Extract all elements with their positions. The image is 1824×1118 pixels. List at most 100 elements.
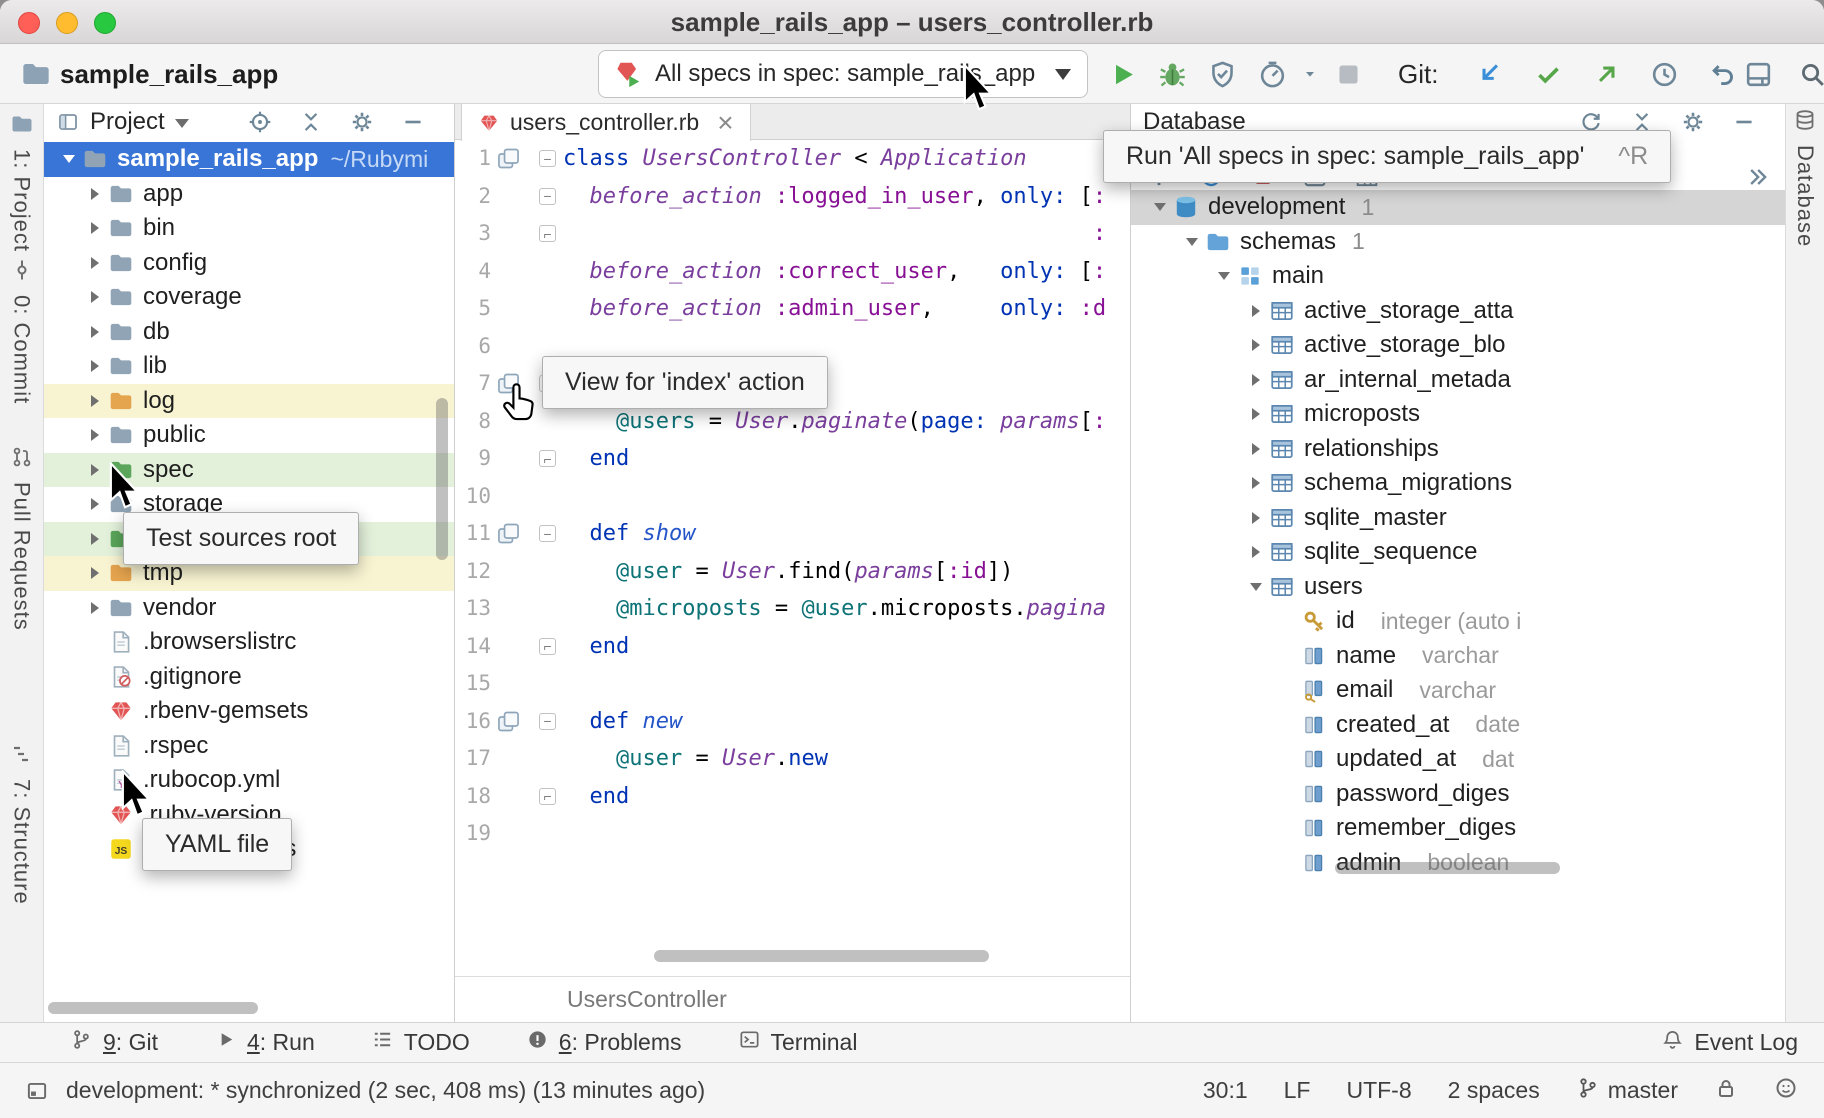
chevron-right-icon[interactable] (84, 493, 106, 515)
chevron-right-icon[interactable] (84, 597, 106, 619)
chevron-right-icon[interactable] (1245, 403, 1267, 425)
code-line-4[interactable]: 4 before_action :correct_user, only: [: (455, 253, 1130, 291)
db-tree-row-active_storage_blo[interactable]: active_storage_blo (1131, 328, 1785, 363)
chevron-right-icon[interactable] (1245, 334, 1267, 356)
view-action-gutter-icon[interactable] (495, 520, 522, 547)
project-tree-row-.browserslistrc[interactable]: .browserslistrc (44, 625, 454, 660)
project-tree-row-spec[interactable]: spec (44, 453, 454, 488)
fold-collapse-icon[interactable]: − (539, 150, 556, 167)
project-tree-row-lib[interactable]: lib (44, 349, 454, 384)
chevron-right-icon[interactable] (1245, 507, 1267, 529)
code-area[interactable]: 1−class UsersController < Application2− … (455, 140, 1130, 853)
bug-button[interactable] (1150, 48, 1194, 100)
chevron-down-icon[interactable] (1181, 231, 1203, 253)
chevron-down-icon[interactable] (58, 148, 80, 170)
chevron-right-icon[interactable] (1245, 541, 1267, 563)
code-line-11[interactable]: 11− def show (455, 515, 1130, 553)
db-tree-row-updated_at[interactable]: updated_atdat (1131, 742, 1785, 777)
chevron-right-icon[interactable] (84, 390, 106, 412)
project-tree-row-coverage[interactable]: coverage (44, 280, 454, 315)
collapse-button[interactable] (298, 109, 324, 135)
target-button[interactable] (247, 109, 273, 135)
db-tree-row-sqlite_sequence[interactable]: sqlite_sequence (1131, 535, 1785, 570)
code-line-10[interactable]: 10 (455, 478, 1130, 516)
tool-window-button-event-log[interactable]: Event Log (1661, 1028, 1798, 1057)
code-line-15[interactable]: 15 (455, 665, 1130, 703)
gear-button[interactable] (1680, 109, 1706, 135)
tool-windows-button[interactable] (1736, 48, 1780, 100)
code-line-19[interactable]: 19 (455, 815, 1130, 853)
fold-collapse-icon[interactable]: − (539, 713, 556, 730)
coverage-button[interactable] (1200, 48, 1244, 100)
inspections-widget-icon[interactable] (1774, 1076, 1798, 1106)
db-tree-row-email[interactable]: emailvarchar (1131, 673, 1785, 708)
chevron-right-icon[interactable] (1245, 472, 1267, 494)
tool-window-switcher-icon[interactable] (24, 1078, 50, 1104)
lock-icon[interactable] (1714, 1076, 1738, 1106)
db-tree-row-id[interactable]: idinteger (auto i (1131, 604, 1785, 639)
caret-position[interactable]: 30:1 (1203, 1077, 1248, 1104)
minus-button[interactable] (400, 109, 426, 135)
db-tree-row-schema_migrations[interactable]: schema_migrations (1131, 466, 1785, 501)
chevron-right-icon[interactable] (1245, 300, 1267, 322)
db-tree-row-ar_internal_metada[interactable]: ar_internal_metada (1131, 363, 1785, 398)
db-tree-row-active_storage_atta[interactable]: active_storage_atta (1131, 294, 1785, 329)
git-update-button[interactable] (1468, 48, 1512, 100)
db-tree-row-microposts[interactable]: microposts (1131, 397, 1785, 432)
editor-horizontal-scrollbar[interactable] (654, 950, 989, 962)
db-tree-row-remember_diges[interactable]: remember_diges (1131, 811, 1785, 846)
project-tree-row-config[interactable]: config (44, 246, 454, 281)
project-tree-row-vendor[interactable]: vendor (44, 591, 454, 626)
history-button[interactable] (1642, 48, 1686, 100)
code-line-17[interactable]: 17 @user = User.new (455, 740, 1130, 778)
db-tree-row-password_diges[interactable]: password_diges (1131, 777, 1785, 812)
code-line-5[interactable]: 5 before_action :admin_user, only: :d (455, 290, 1130, 328)
view-action-gutter-icon[interactable] (495, 708, 522, 735)
chevron-right-icon[interactable] (84, 183, 106, 205)
chevron-right-icon[interactable] (84, 528, 106, 550)
code-line-13[interactable]: 13 @microposts = @user.microposts.pagina (455, 590, 1130, 628)
chevron-right-icon[interactable] (84, 459, 106, 481)
fold-end-icon[interactable]: ¬ (539, 638, 556, 655)
close-icon[interactable]: × (717, 113, 733, 133)
run-configuration-select[interactable]: All specs in spec: sample_rails_app (598, 50, 1088, 98)
git-commit-button[interactable] (1526, 48, 1570, 100)
git-branch-widget[interactable]: master (1576, 1076, 1678, 1106)
db-tree-row-created_at[interactable]: created_atdate (1131, 708, 1785, 743)
tool-stripe-1-project[interactable]: 1: Project (0, 112, 43, 252)
fold-end-icon[interactable]: ¬ (539, 225, 556, 242)
chevron-right-icon[interactable] (84, 424, 106, 446)
db-tree-row-main[interactable]: main (1131, 259, 1785, 294)
project-horizontal-scrollbar[interactable] (48, 1002, 258, 1014)
fold-end-icon[interactable]: ¬ (539, 788, 556, 805)
project-tree-row-bin[interactable]: bin (44, 211, 454, 246)
dropdown-arrow-button[interactable] (1300, 48, 1320, 100)
chevron-right-icon[interactable] (84, 217, 106, 239)
project-tree-row-db[interactable]: db (44, 315, 454, 350)
db-tree-row-sqlite_master[interactable]: sqlite_master (1131, 501, 1785, 536)
git-push-button[interactable] (1584, 48, 1628, 100)
tool-stripe-pull-requests[interactable]: Pull Requests (0, 445, 43, 631)
profiler-button[interactable] (1250, 48, 1294, 100)
project-panel-title[interactable]: Project (90, 108, 165, 136)
db-tree-row-name[interactable]: namevarchar (1131, 639, 1785, 674)
chevron-right-icon[interactable] (84, 562, 106, 584)
line-separator[interactable]: LF (1284, 1077, 1311, 1104)
tool-window-button-4-run[interactable]: 4: Run (214, 1028, 315, 1057)
code-line-12[interactable]: 12 @user = User.find(params[:id]) (455, 553, 1130, 591)
minus-button[interactable] (1731, 109, 1757, 135)
tool-stripe-0-commit[interactable]: 0: Commit (0, 258, 43, 404)
code-line-1[interactable]: 1−class UsersController < Application (455, 140, 1130, 178)
code-line-16[interactable]: 16− def new (455, 703, 1130, 741)
chevron-down-icon[interactable] (175, 119, 189, 128)
chevron-right-icon[interactable] (1245, 438, 1267, 460)
db-tree-row-schemas[interactable]: schemas1 (1131, 225, 1785, 260)
tool-window-button-terminal[interactable]: Terminal (738, 1028, 858, 1057)
chevron-right-icon[interactable] (84, 286, 106, 308)
project-tree-row-log[interactable]: log (44, 384, 454, 419)
project-tree-row-public[interactable]: public (44, 418, 454, 453)
project-tree-row-.rspec[interactable]: .rspec (44, 729, 454, 764)
project-breadcrumb[interactable]: sample_rails_app (60, 44, 278, 104)
play-button[interactable] (1100, 48, 1144, 100)
project-vertical-scrollbar[interactable] (436, 398, 448, 560)
